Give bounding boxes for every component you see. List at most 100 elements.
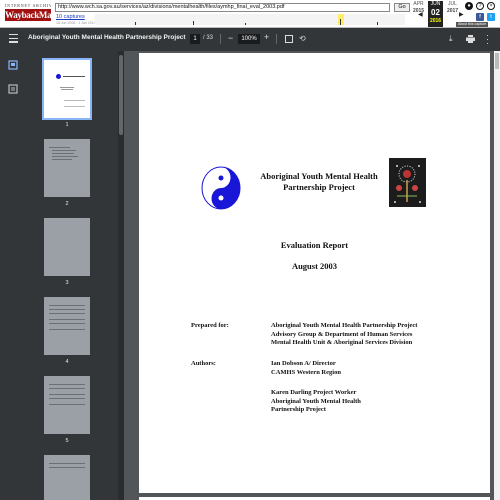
thumbnail-line xyxy=(52,150,76,151)
sparkline-highlight xyxy=(338,14,344,25)
author-line: Partnership Project xyxy=(271,406,326,413)
close-icon[interactable]: × xyxy=(487,2,495,10)
scrollbar-thumb[interactable] xyxy=(495,53,499,69)
capture-sparkline[interactable] xyxy=(95,14,405,25)
year-label: 2016 xyxy=(429,18,442,24)
help-icon[interactable]: ? xyxy=(476,2,484,10)
toolbar-divider xyxy=(220,34,221,44)
wayback-logo[interactable]: INTERNET ARCHIVE WaybackMachine xyxy=(5,3,71,23)
thumbnail-line xyxy=(49,384,85,385)
thumbnail-line xyxy=(63,76,85,77)
thumbnail-line xyxy=(49,394,85,395)
thumbnail-page-4[interactable] xyxy=(44,297,90,355)
thumbnail-line xyxy=(49,305,85,306)
project-title: Aboriginal Youth Mental Health Partnersh… xyxy=(244,171,394,193)
thumbnail-line xyxy=(49,388,85,389)
author-1: Ian Dobson A/ Director CAMHS Western Reg… xyxy=(271,360,341,377)
zoom-out-button[interactable]: − xyxy=(228,33,233,43)
toolbar-divider xyxy=(276,34,277,44)
zoom-input[interactable]: 100% xyxy=(238,34,260,44)
prepared-line: Mental Health Unit & Aboriginal Services… xyxy=(271,339,413,346)
more-options-icon[interactable]: · · · xyxy=(486,31,490,48)
thumbnail-line xyxy=(52,156,78,157)
pdf-page-1: Aboriginal Youth Mental Health Partnersh… xyxy=(139,53,490,493)
document-scrollbar[interactable] xyxy=(494,51,500,500)
sidebar-rail xyxy=(0,51,26,500)
month-current[interactable]: JUN 02 2016 xyxy=(428,1,443,27)
sparkline-tick xyxy=(135,22,136,25)
thumbnail-number: 2 xyxy=(65,201,69,207)
user-icon[interactable]: ● xyxy=(465,2,473,10)
thumbnail-number: 4 xyxy=(65,359,69,365)
thumbnail-line xyxy=(49,323,85,324)
thumbnail-line xyxy=(64,100,85,101)
thumbnail-line xyxy=(49,147,70,148)
scrollbar-thumb[interactable] xyxy=(119,55,123,135)
prepared-line: Aboriginal Youth Mental Health Partnersh… xyxy=(271,322,418,329)
thumbnail-number: 5 xyxy=(65,438,69,444)
thumbnail-page-3[interactable] xyxy=(44,218,90,276)
menu-icon[interactable] xyxy=(9,34,18,43)
year-label: 2017 xyxy=(446,8,459,14)
sparkline-tick xyxy=(193,21,194,25)
thumbnail-line xyxy=(49,404,85,405)
thumbnail-page-2[interactable] xyxy=(44,139,90,197)
thumbnail-line xyxy=(64,106,85,107)
outline-icon[interactable] xyxy=(8,84,18,94)
thumbnail-line xyxy=(49,329,85,330)
captures-link[interactable]: 10 captures xyxy=(56,14,85,20)
go-button[interactable]: Go xyxy=(394,3,410,12)
thumbnail-line xyxy=(52,153,74,154)
thumbnail-page-1[interactable] xyxy=(42,58,92,120)
capture-date-range: 18 Jun 2008 - 1 Jan 2014 xyxy=(56,21,96,25)
project-title-line: Partnership Project xyxy=(283,182,355,192)
month-label: APR xyxy=(413,1,424,7)
author-line: Ian Dobson A/ Director xyxy=(271,360,336,367)
pdf-toolbar: Aboriginal Youth Mental Health Partnersh… xyxy=(0,28,500,51)
print-icon[interactable] xyxy=(466,35,475,43)
download-icon[interactable]: ⤓ xyxy=(449,34,453,44)
sparkline-tick xyxy=(340,19,341,25)
aboriginal-artwork-icon xyxy=(389,158,426,207)
thumbnail-page-5[interactable] xyxy=(44,376,90,434)
zoom-in-button[interactable]: + xyxy=(264,32,269,42)
thumbnail-number: 3 xyxy=(65,280,69,286)
thumbnail-line xyxy=(61,89,73,90)
thumbnail-line xyxy=(49,398,85,399)
thumbnail-line xyxy=(49,319,85,320)
thumbnail-line xyxy=(49,463,85,464)
project-logo-icon xyxy=(201,166,241,210)
author-2: Karen Darling Project Worker Aboriginal … xyxy=(271,389,361,415)
sparkline-tick xyxy=(245,23,246,25)
month-label: JUN xyxy=(430,1,441,7)
thumbnail-panel: 1 2 3 4 5 xyxy=(26,51,120,500)
about-capture-link[interactable]: About this capture xyxy=(456,22,489,27)
twitter-icon[interactable]: t xyxy=(487,13,495,21)
thumbnail-logo xyxy=(56,74,61,79)
prev-arrow-icon[interactable]: ◀ xyxy=(418,11,423,18)
thumbnails-icon[interactable] xyxy=(8,60,18,70)
report-date: August 2003 xyxy=(291,261,338,271)
authors-label: Authors: xyxy=(191,360,216,367)
url-input[interactable]: http://www.wch.sa.gov.au/services/az/div… xyxy=(55,3,390,12)
day-label: 02 xyxy=(431,8,440,17)
project-title-line: Aboriginal Youth Mental Health xyxy=(260,171,378,181)
month-label: JUL xyxy=(448,1,457,7)
thumbnail-line xyxy=(60,87,74,88)
prepared-for-value: Aboriginal Youth Mental Health Partnersh… xyxy=(271,322,417,348)
page-number-input[interactable]: 1 xyxy=(190,34,200,44)
facebook-icon[interactable]: f xyxy=(476,13,484,21)
sparkline-tick xyxy=(377,22,378,25)
document-title: Aboriginal Youth Mental Health Partnersh… xyxy=(28,34,186,41)
fit-page-icon[interactable] xyxy=(285,35,293,43)
next-arrow-icon[interactable]: ▶ xyxy=(459,11,464,18)
thumbnail-line xyxy=(49,309,85,310)
logo-wordmark: WaybackMachine xyxy=(5,9,71,21)
rotate-icon[interactable]: ⟲ xyxy=(299,34,306,43)
thumbnail-line xyxy=(49,313,85,314)
document-viewer[interactable]: Aboriginal Youth Mental Health Partnersh… xyxy=(124,51,500,500)
thumbnail-page-6[interactable] xyxy=(44,455,90,500)
author-line: Aboriginal Youth Mental Health xyxy=(271,397,361,405)
thumbnail-number: 1 xyxy=(65,122,69,128)
prepared-for-label: Prepared for: xyxy=(191,322,229,329)
